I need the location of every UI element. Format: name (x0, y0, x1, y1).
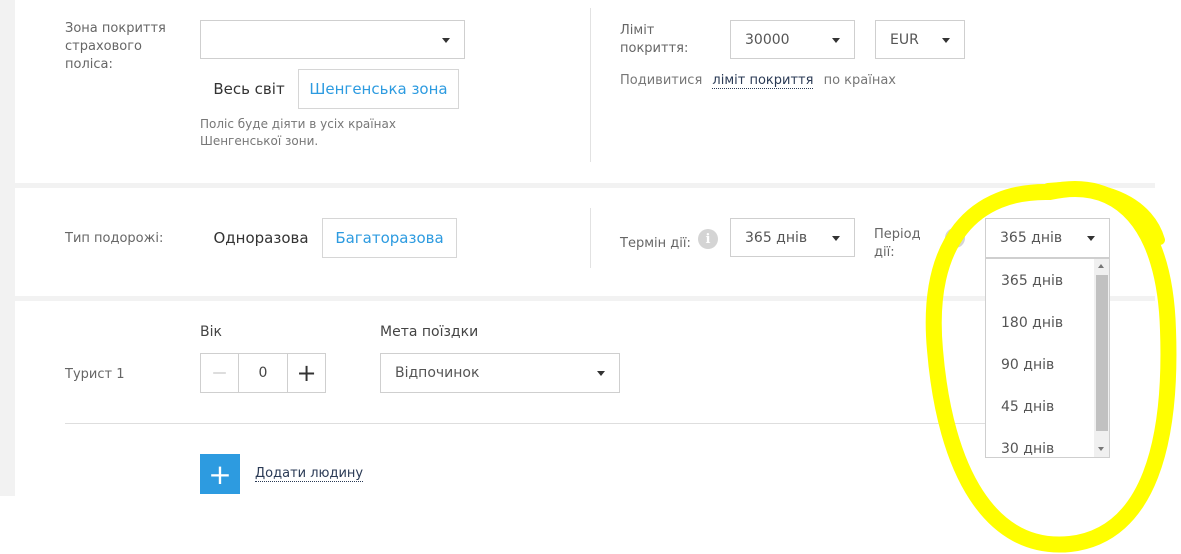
highlight-annotation (925, 181, 1177, 553)
highlight-ellipse (925, 181, 1177, 553)
